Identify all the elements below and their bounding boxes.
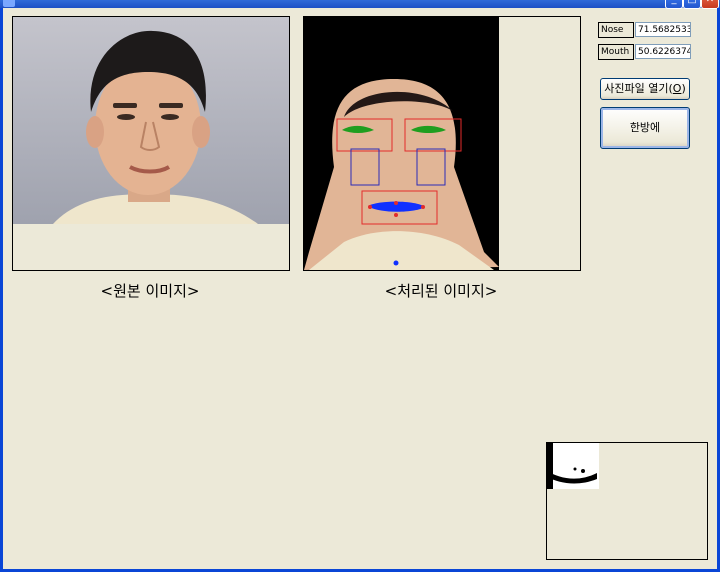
mouth-thumbnail: [547, 443, 599, 489]
original-image-caption: <원본 이미지>: [100, 282, 200, 300]
nose-value-field[interactable]: 71.56825331!: [635, 22, 691, 37]
processed-photo: [304, 17, 499, 270]
thumbnail-panel: [546, 442, 708, 560]
window-frame-left: [0, 8, 3, 572]
maximize-button[interactable]: □: [683, 0, 701, 9]
open-photo-label: 사진파일 열기(: [604, 82, 673, 95]
original-image-panel: [12, 16, 290, 271]
open-photo-suffix: ): [681, 82, 686, 95]
minimize-icon: _: [672, 0, 677, 5]
mouth-label: Mouth: [598, 44, 634, 60]
title-bar: _ □ ✕: [0, 0, 720, 9]
app-icon: [3, 0, 15, 7]
maximize-icon: □: [687, 0, 696, 5]
one-shot-button[interactable]: 한방에: [600, 107, 690, 149]
mouth-value-field[interactable]: 50.62263740!: [635, 44, 691, 59]
minimize-button[interactable]: _: [665, 0, 683, 9]
nose-label: Nose: [598, 22, 634, 38]
processed-image-caption: <처리된 이미지>: [384, 282, 498, 300]
close-icon: ✕: [706, 0, 714, 5]
original-photo: [13, 17, 289, 224]
processed-image-panel: [303, 16, 581, 271]
open-photo-file-button[interactable]: 사진파일 열기(O): [600, 78, 690, 100]
